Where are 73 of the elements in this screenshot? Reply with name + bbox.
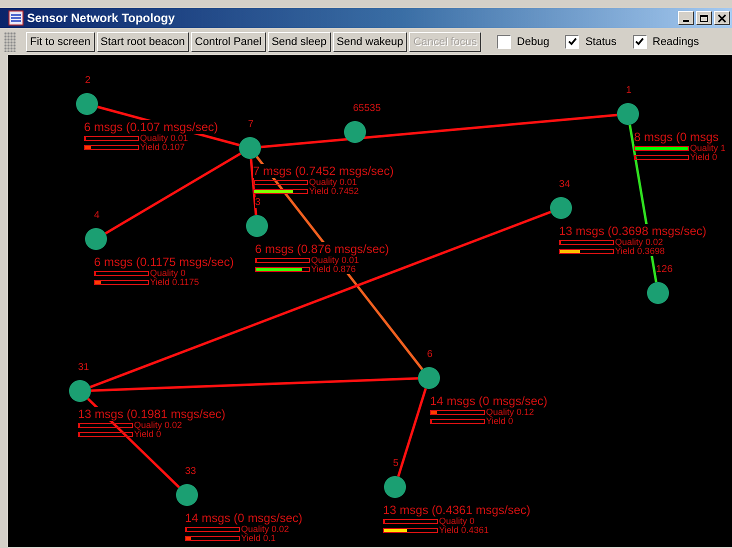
yield-label: Yield 0.3698 xyxy=(615,247,665,256)
yield-label: Yield 0.1175 xyxy=(150,278,200,287)
check-icon xyxy=(635,37,644,46)
node-id: 7 xyxy=(248,119,254,130)
sensor-node[interactable] xyxy=(239,137,261,159)
sensor-node[interactable] xyxy=(617,103,639,125)
message-rate: 7 msgs (0.7452 msgs/sec) xyxy=(253,164,394,178)
sensor-node[interactable] xyxy=(418,367,440,389)
check-icon xyxy=(568,37,577,46)
quality-label: Quality 0.01 xyxy=(311,256,360,265)
node-id: 31 xyxy=(78,362,90,373)
maximize-icon xyxy=(699,14,709,22)
yield-label: Yield 0 xyxy=(486,417,514,426)
message-rate: 6 msgs (0.107 msgs/sec) xyxy=(84,120,218,134)
close-icon xyxy=(717,14,727,22)
yield-label: Yield 0.1 xyxy=(241,534,276,543)
toolbar-button[interactable]: Send sleep xyxy=(268,32,331,52)
sensor-node[interactable] xyxy=(76,93,98,115)
close-button[interactable] xyxy=(714,11,730,25)
app-icon xyxy=(8,10,24,26)
minimize-button[interactable] xyxy=(678,11,694,25)
message-rate: 13 msgs (0.3698 msgs/sec) xyxy=(559,224,706,238)
yield-label: Yield 0 xyxy=(134,430,162,439)
yield-label: Yield 0.876 xyxy=(311,265,356,274)
quality-label: Quality 0.01 xyxy=(140,134,188,143)
yield-label: Yield 0.7452 xyxy=(309,187,359,196)
quality-label: Quality 0 xyxy=(439,517,475,526)
message-rate: 13 msgs (0.1981 msgs/sec) xyxy=(78,407,226,421)
node-id: 126 xyxy=(656,264,673,275)
sensor-node[interactable] xyxy=(550,197,572,219)
toolbar-button[interactable]: Send wakeup xyxy=(332,32,408,52)
quality-label: Quality 0.12 xyxy=(486,408,534,417)
sensor-node[interactable] xyxy=(384,476,406,498)
toolbar-button[interactable]: Start root beacon xyxy=(96,32,189,52)
sensor-node[interactable] xyxy=(344,121,366,143)
node-id: 1 xyxy=(626,85,632,96)
maximize-button[interactable] xyxy=(696,11,712,25)
yield-label: Yield 0 xyxy=(690,153,718,162)
minimize-icon xyxy=(683,20,689,22)
toolbar-button[interactable]: Fit to screen xyxy=(26,32,95,52)
node-id: 5 xyxy=(393,458,399,469)
sensor-node[interactable] xyxy=(647,282,669,304)
quality-label: Quality 0.02 xyxy=(241,525,290,534)
window-title: Sensor Network Topology xyxy=(27,11,175,25)
node-id: 6 xyxy=(427,349,433,360)
yield-label: Yield 0.107 xyxy=(140,143,185,152)
quality-label: Quality 0.01 xyxy=(309,178,358,187)
quality-label: Quality 0.02 xyxy=(134,421,182,430)
node-id: 3 xyxy=(255,197,261,208)
node-id: 4 xyxy=(94,210,100,221)
node-id: 34 xyxy=(559,179,570,190)
node-id: 2 xyxy=(85,75,91,86)
toolbar-button[interactable]: Control Panel xyxy=(190,32,266,52)
checkbox[interactable]: Readings xyxy=(632,34,699,48)
sensor-node[interactable] xyxy=(246,215,268,237)
checkbox[interactable]: Debug xyxy=(496,34,550,48)
toolbar-grip[interactable] xyxy=(4,32,16,52)
message-rate: 6 msgs (0.876 msgs/sec) xyxy=(255,242,390,256)
message-rate: 14 msgs (0 msgs/sec) xyxy=(430,394,548,408)
message-rate: 6 msgs (0.1175 msgs/sec) xyxy=(94,255,234,269)
node-id: 33 xyxy=(185,466,196,477)
quality-label: Quality 0 xyxy=(150,269,186,278)
message-rate: 14 msgs (0 msgs/sec) xyxy=(185,511,302,525)
sensor-node[interactable] xyxy=(176,484,198,506)
quality-label: Quality 1 xyxy=(690,144,726,153)
message-rate: 13 msgs (0.4361 msgs/sec) xyxy=(383,503,530,517)
sensor-node[interactable] xyxy=(85,228,107,250)
yield-label: Yield 0.4361 xyxy=(439,526,489,535)
sensor-node[interactable] xyxy=(69,380,91,402)
message-rate: 8 msgs (0 msgs xyxy=(634,130,719,144)
node-id: 65535 xyxy=(353,103,381,114)
checkbox[interactable]: Status xyxy=(565,34,616,48)
quality-label: Quality 0.02 xyxy=(615,238,664,247)
